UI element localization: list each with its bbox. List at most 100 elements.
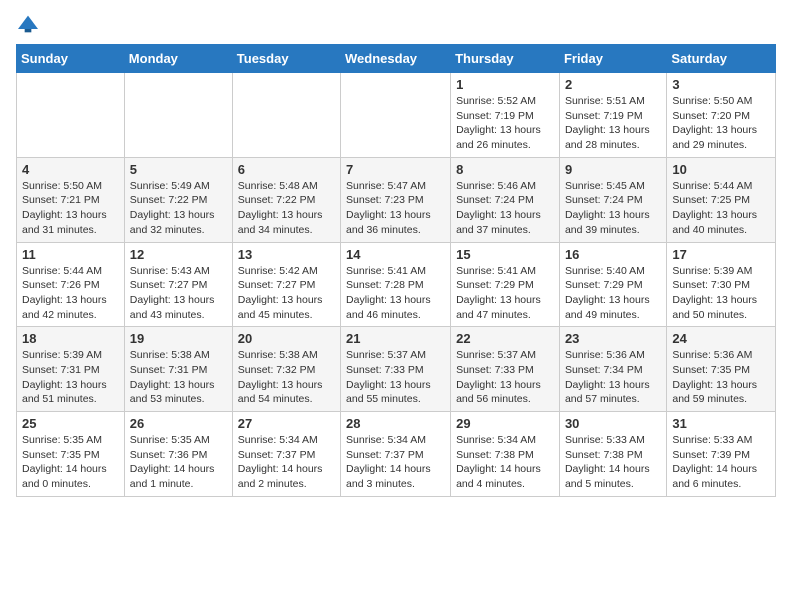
calendar-cell: 24 Sunrise: 5:36 AM Sunset: 7:35 PM Dayli… [667,327,776,412]
day-info: Sunrise: 5:33 AM Sunset: 7:38 PM Dayligh… [565,433,661,492]
day-info: Sunrise: 5:41 AM Sunset: 7:29 PM Dayligh… [456,264,554,323]
day-info: Sunrise: 5:47 AM Sunset: 7:23 PM Dayligh… [346,179,445,238]
calendar-cell: 17 Sunrise: 5:39 AM Sunset: 7:30 PM Dayli… [667,242,776,327]
calendar-cell [341,73,451,158]
day-number: 16 [565,247,661,262]
page-header [16,16,776,36]
calendar-cell: 27 Sunrise: 5:34 AM Sunset: 7:37 PM Dayli… [232,412,340,497]
day-info: Sunrise: 5:52 AM Sunset: 7:19 PM Dayligh… [456,94,554,153]
day-number: 7 [346,162,445,177]
day-info: Sunrise: 5:39 AM Sunset: 7:31 PM Dayligh… [22,348,119,407]
day-number: 22 [456,331,554,346]
day-info: Sunrise: 5:34 AM Sunset: 7:37 PM Dayligh… [238,433,335,492]
day-info: Sunrise: 5:41 AM Sunset: 7:28 PM Dayligh… [346,264,445,323]
calendar-cell: 30 Sunrise: 5:33 AM Sunset: 7:38 PM Dayli… [559,412,666,497]
day-info: Sunrise: 5:36 AM Sunset: 7:35 PM Dayligh… [672,348,770,407]
day-info: Sunrise: 5:49 AM Sunset: 7:22 PM Dayligh… [130,179,227,238]
day-number: 24 [672,331,770,346]
day-info: Sunrise: 5:37 AM Sunset: 7:33 PM Dayligh… [346,348,445,407]
calendar-cell: 26 Sunrise: 5:35 AM Sunset: 7:36 PM Dayli… [124,412,232,497]
calendar-cell [17,73,125,158]
day-number: 25 [22,416,119,431]
day-info: Sunrise: 5:51 AM Sunset: 7:19 PM Dayligh… [565,94,661,153]
calendar-cell: 10 Sunrise: 5:44 AM Sunset: 7:25 PM Dayli… [667,157,776,242]
week-row-3: 11 Sunrise: 5:44 AM Sunset: 7:26 PM Dayli… [17,242,776,327]
day-info: Sunrise: 5:37 AM Sunset: 7:33 PM Dayligh… [456,348,554,407]
calendar-cell: 7 Sunrise: 5:47 AM Sunset: 7:23 PM Daylig… [341,157,451,242]
week-row-4: 18 Sunrise: 5:39 AM Sunset: 7:31 PM Dayli… [17,327,776,412]
calendar-cell: 19 Sunrise: 5:38 AM Sunset: 7:31 PM Dayli… [124,327,232,412]
calendar-cell: 4 Sunrise: 5:50 AM Sunset: 7:21 PM Daylig… [17,157,125,242]
day-info: Sunrise: 5:44 AM Sunset: 7:26 PM Dayligh… [22,264,119,323]
day-info: Sunrise: 5:42 AM Sunset: 7:27 PM Dayligh… [238,264,335,323]
calendar-cell: 3 Sunrise: 5:50 AM Sunset: 7:20 PM Daylig… [667,73,776,158]
day-info: Sunrise: 5:35 AM Sunset: 7:36 PM Dayligh… [130,433,227,492]
day-info: Sunrise: 5:50 AM Sunset: 7:21 PM Dayligh… [22,179,119,238]
day-number: 23 [565,331,661,346]
day-info: Sunrise: 5:45 AM Sunset: 7:24 PM Dayligh… [565,179,661,238]
calendar-cell: 1 Sunrise: 5:52 AM Sunset: 7:19 PM Daylig… [451,73,560,158]
weekday-header-friday: Friday [559,45,666,73]
day-info: Sunrise: 5:38 AM Sunset: 7:32 PM Dayligh… [238,348,335,407]
logo-icon [16,14,40,34]
calendar-cell: 25Sunrise: 5:35 AM Sunset: 7:35 PM Dayli… [17,412,125,497]
calendar-cell [232,73,340,158]
day-info: Sunrise: 5:48 AM Sunset: 7:22 PM Dayligh… [238,179,335,238]
logo [16,16,44,36]
weekday-header-monday: Monday [124,45,232,73]
calendar-cell: 14 Sunrise: 5:41 AM Sunset: 7:28 PM Dayli… [341,242,451,327]
calendar-cell: 9 Sunrise: 5:45 AM Sunset: 7:24 PM Daylig… [559,157,666,242]
day-number: 11 [22,247,119,262]
day-number: 13 [238,247,335,262]
calendar-cell: 5 Sunrise: 5:49 AM Sunset: 7:22 PM Daylig… [124,157,232,242]
day-info: Sunrise: 5:38 AM Sunset: 7:31 PM Dayligh… [130,348,227,407]
calendar-cell: 16Sunrise: 5:40 AM Sunset: 7:29 PM Dayli… [559,242,666,327]
day-number: 8 [456,162,554,177]
day-number: 9 [565,162,661,177]
week-row-2: 4 Sunrise: 5:50 AM Sunset: 7:21 PM Daylig… [17,157,776,242]
day-number: 1 [456,77,554,92]
day-info: Sunrise: 5:39 AM Sunset: 7:30 PM Dayligh… [672,264,770,323]
calendar-cell: 13 Sunrise: 5:42 AM Sunset: 7:27 PM Dayli… [232,242,340,327]
day-number: 15 [456,247,554,262]
day-number: 5 [130,162,227,177]
day-number: 26 [130,416,227,431]
day-number: 14 [346,247,445,262]
day-number: 17 [672,247,770,262]
calendar-cell: 18 Sunrise: 5:39 AM Sunset: 7:31 PM Dayli… [17,327,125,412]
day-number: 31 [672,416,770,431]
day-info: Sunrise: 5:50 AM Sunset: 7:20 PM Dayligh… [672,94,770,153]
calendar-table: SundayMondayTuesdayWednesdayThursdayFrid… [16,44,776,497]
calendar-cell: 6Sunrise: 5:48 AM Sunset: 7:22 PM Daylig… [232,157,340,242]
day-number: 3 [672,77,770,92]
calendar-cell: 31 Sunrise: 5:33 AM Sunset: 7:39 PM Dayli… [667,412,776,497]
day-info: Sunrise: 5:44 AM Sunset: 7:25 PM Dayligh… [672,179,770,238]
day-number: 18 [22,331,119,346]
calendar-cell [124,73,232,158]
weekday-header-saturday: Saturday [667,45,776,73]
weekday-header-wednesday: Wednesday [341,45,451,73]
day-info: Sunrise: 5:33 AM Sunset: 7:39 PM Dayligh… [672,433,770,492]
day-number: 4 [22,162,119,177]
weekday-header-tuesday: Tuesday [232,45,340,73]
day-number: 21 [346,331,445,346]
weekday-header-thursday: Thursday [451,45,560,73]
day-number: 19 [130,331,227,346]
day-number: 30 [565,416,661,431]
day-number: 12 [130,247,227,262]
weekday-header-sunday: Sunday [17,45,125,73]
day-number: 27 [238,416,335,431]
day-info: Sunrise: 5:43 AM Sunset: 7:27 PM Dayligh… [130,264,227,323]
calendar-cell: 20 Sunrise: 5:38 AM Sunset: 7:32 PM Dayli… [232,327,340,412]
day-number: 28 [346,416,445,431]
day-info: Sunrise: 5:34 AM Sunset: 7:37 PM Dayligh… [346,433,445,492]
day-number: 2 [565,77,661,92]
calendar-cell: 21 Sunrise: 5:37 AM Sunset: 7:33 PM Dayli… [341,327,451,412]
day-number: 10 [672,162,770,177]
day-number: 20 [238,331,335,346]
calendar-cell: 28 Sunrise: 5:34 AM Sunset: 7:37 PM Dayli… [341,412,451,497]
calendar-cell: 11 Sunrise: 5:44 AM Sunset: 7:26 PM Dayli… [17,242,125,327]
week-row-1: 1 Sunrise: 5:52 AM Sunset: 7:19 PM Daylig… [17,73,776,158]
calendar-cell: 8Sunrise: 5:46 AM Sunset: 7:24 PM Daylig… [451,157,560,242]
week-row-5: 25Sunrise: 5:35 AM Sunset: 7:35 PM Dayli… [17,412,776,497]
